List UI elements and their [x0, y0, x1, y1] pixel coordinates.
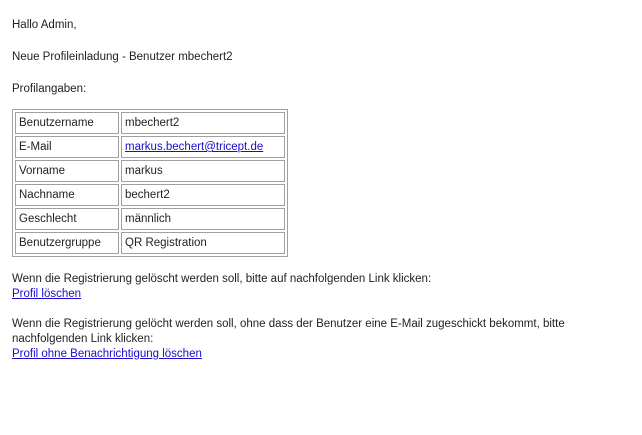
table-row: Benutzergruppe QR Registration [15, 232, 285, 254]
greeting: Hallo Admin, [12, 19, 77, 31]
invitation-intro: Neue Profileinladung - Benutzer mbechert… [12, 51, 233, 63]
table-row: E-Mail markus.bechert@tricept.de [15, 136, 285, 158]
delete-profile-section: Wenn die Registrierung gelöscht werden s… [12, 272, 642, 302]
profile-details-label: Profilangaben: [12, 83, 87, 95]
profile-value-lastname: bechert2 [121, 184, 285, 206]
email-link[interactable]: markus.bechert@tricept.de [125, 141, 263, 153]
table-row: Vorname markus [15, 160, 285, 182]
profile-key-usergroup: Benutzergruppe [15, 232, 119, 254]
table-row: Geschlecht männlich [15, 208, 285, 230]
profile-value-usergroup: QR Registration [121, 232, 285, 254]
delete-profile-text: Wenn die Registrierung gelöscht werden s… [12, 273, 432, 285]
email-body: Hallo Admin, Neue Profileinladung - Benu… [0, 0, 642, 435]
profile-key-firstname: Vorname [15, 160, 119, 182]
profile-value-username: mbechert2 [121, 112, 285, 134]
delete-profile-link[interactable]: Profil löschen [12, 288, 81, 300]
delete-silent-text: Wenn die Registrierung gelöcht werden so… [12, 318, 565, 345]
profile-key-email: E-Mail [15, 136, 119, 158]
delete-silent-section: Wenn die Registrierung gelöcht werden so… [12, 317, 642, 362]
delete-silent-link[interactable]: Profil ohne Benachrichtigung löschen [12, 348, 202, 360]
profile-value-email-cell: markus.bechert@tricept.de [121, 136, 285, 158]
table-row: Benutzername mbechert2 [15, 112, 285, 134]
profile-table: Benutzername mbechert2 E-Mail markus.bec… [12, 109, 288, 257]
profile-key-lastname: Nachname [15, 184, 119, 206]
profile-value-gender: männlich [121, 208, 285, 230]
table-row: Nachname bechert2 [15, 184, 285, 206]
profile-key-username: Benutzername [15, 112, 119, 134]
profile-value-firstname: markus [121, 160, 285, 182]
profile-key-gender: Geschlecht [15, 208, 119, 230]
